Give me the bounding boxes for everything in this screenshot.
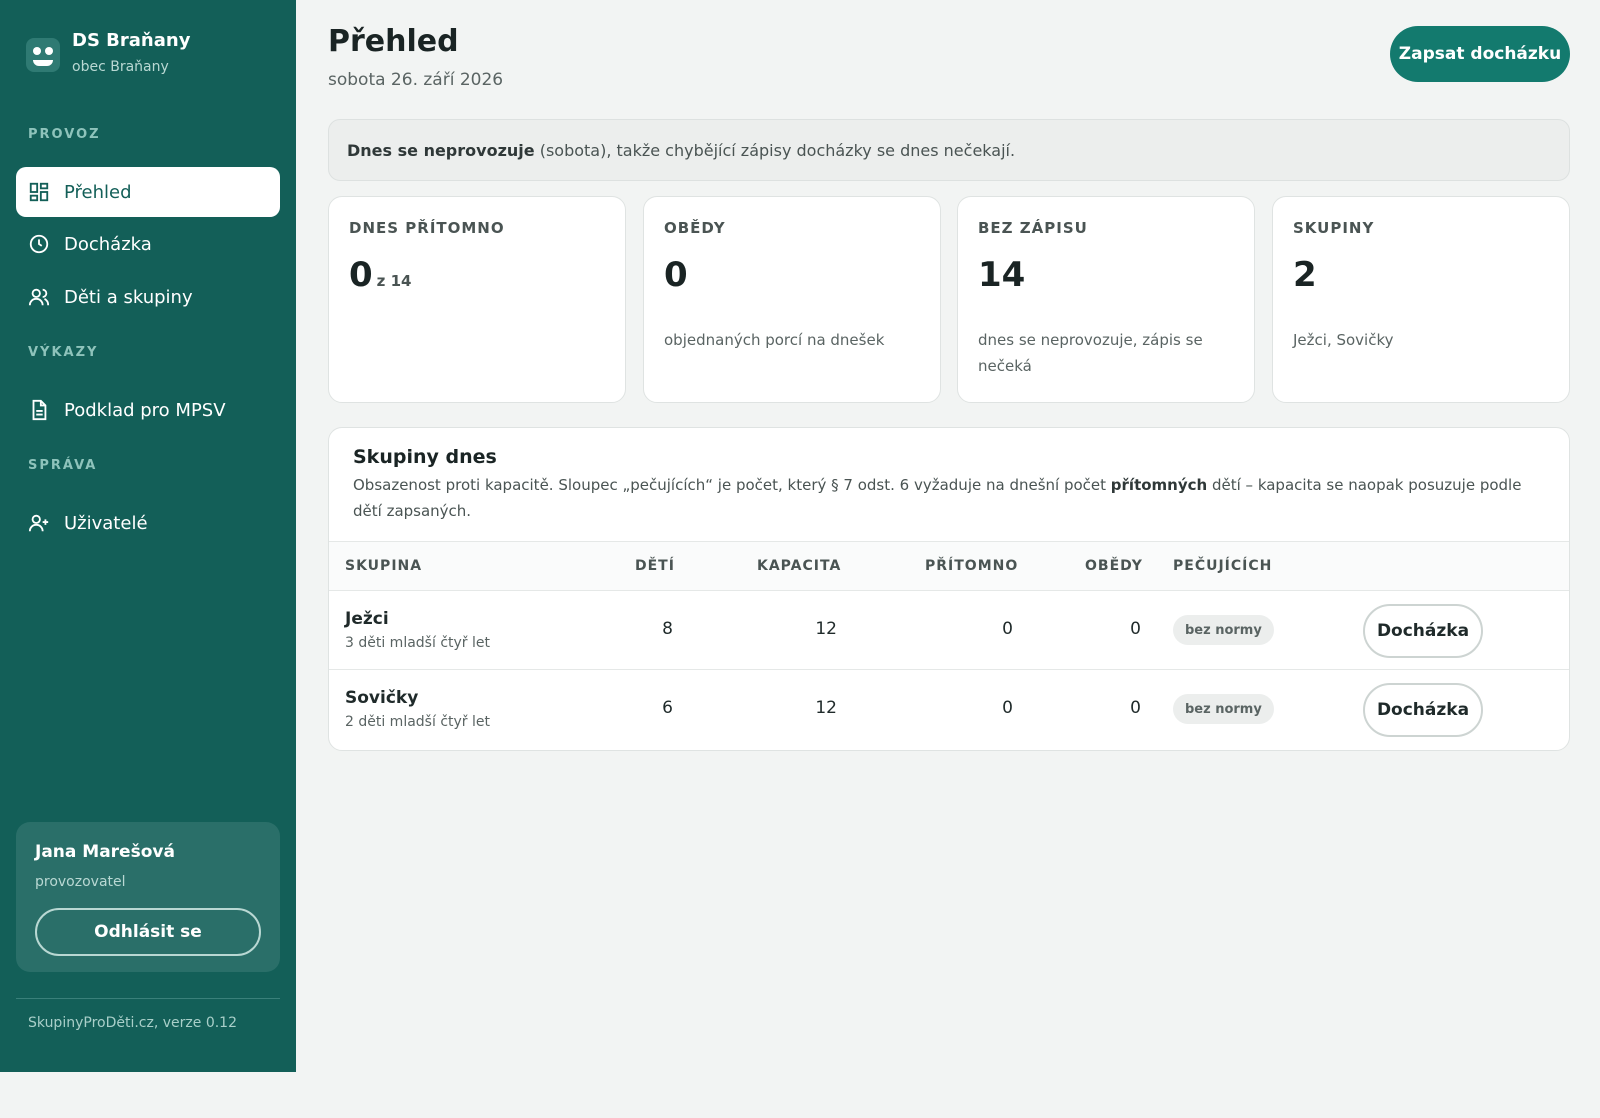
groups-panel: Skupiny dnes Obsazenost proti kapacitě. … [328, 427, 1570, 751]
lunches-count: 0 [1130, 698, 1141, 718]
user-name: Jana Marešová [35, 842, 175, 862]
closed-notice: Dnes se neprovozuje (sobota), takže chyb… [328, 119, 1570, 181]
capacity: 12 [815, 698, 837, 718]
record-attendance-button[interactable]: Zapsat docházku [1390, 26, 1570, 82]
present-count: 0 [1002, 619, 1013, 639]
dashboard-icon [28, 181, 50, 203]
stat-value: 2 [1293, 255, 1317, 295]
stat-label: BEZ ZÁPISU [978, 219, 1088, 237]
stat-value: 0z 14 [349, 255, 412, 295]
children-count: 8 [662, 619, 673, 639]
stat-card-groups: SKUPINY 2 Ježci, Sovičky [1272, 196, 1570, 403]
lunches-count: 0 [1130, 619, 1141, 639]
user-card: Jana Marešová provozovatel Odhlásit se [16, 822, 280, 972]
divider [16, 998, 280, 999]
notice-bold: Dnes se neprovozuje [347, 140, 535, 160]
group-name: Ježci [345, 609, 389, 629]
brand-name: DS Braňany [72, 30, 191, 51]
stat-note: objednaných porcí na dnešek [664, 331, 885, 349]
sidebar-item-uzivatele[interactable]: Uživatelé [16, 498, 280, 548]
stat-label: OBĚDY [664, 219, 726, 237]
sidebar-item-deti[interactable]: Děti a skupiny [16, 272, 280, 322]
brand-subtitle: obec Braňany [72, 59, 169, 75]
sidebar-item-label: Docházka [64, 233, 152, 255]
sidebar-item-label: Uživatelé [64, 512, 148, 534]
stat-card-present: DNES PŘÍTOMNO 0z 14 [328, 196, 626, 403]
stat-card-lunches: OBĚDY 0 objednaných porcí na dnešek [643, 196, 941, 403]
carers-badge: bez normy [1173, 615, 1274, 645]
section-label-provoz: PROVOZ [28, 127, 101, 142]
children-count: 6 [662, 698, 673, 718]
brand[interactable]: DS Braňany obec Braňany [26, 30, 190, 75]
document-icon [28, 399, 50, 421]
table-row: Sovičky 2 děti mladší čtyř let 6 12 0 0 … [329, 670, 1569, 749]
carers-badge: bez normy [1173, 694, 1274, 724]
section-label-sprava: SPRÁVA [28, 458, 98, 473]
logout-button[interactable]: Odhlásit se [35, 908, 261, 956]
stat-value: 14 [978, 255, 1026, 295]
sidebar-item-label: Děti a skupiny [64, 286, 193, 308]
group-subtitle: 2 děti mladší čtyř let [345, 714, 490, 730]
stat-label: DNES PŘÍTOMNO [349, 219, 505, 237]
col-header: PŘÍTOMNO [925, 558, 1019, 574]
stat-card-unrecorded: BEZ ZÁPISU 14 dnes se neprovozuje, zápis… [957, 196, 1255, 403]
page-date: sobota 26. září 2026 [328, 70, 504, 90]
sidebar-item-mpsv[interactable]: Podklad pro MPSV [16, 385, 280, 435]
sidebar-item-label: Podklad pro MPSV [64, 399, 226, 421]
version-text: SkupinyProDěti.cz, verze 0.12 [28, 1015, 237, 1031]
stat-of: z 14 [376, 272, 412, 290]
stat-label: SKUPINY [1293, 219, 1375, 237]
sidebar-item-label: Přehled [64, 181, 132, 203]
stat-value: 0 [664, 255, 688, 295]
group-name: Sovičky [345, 688, 419, 708]
sidebar: DS Braňany obec Braňany PROVOZ Přehled D… [0, 0, 296, 1072]
table-header: SKUPINA DĚTÍ KAPACITA PŘÍTOMNO OBĚDY PEČ… [329, 541, 1569, 591]
section-label-vykazy: VÝKAZY [28, 345, 99, 360]
groups-title: Skupiny dnes [353, 446, 497, 468]
user-role: provozovatel [35, 874, 126, 890]
group-subtitle: 3 děti mladší čtyř let [345, 635, 490, 651]
users-icon [28, 286, 50, 308]
sidebar-item-prehled[interactable]: Přehled [16, 167, 280, 217]
stat-note: dnes se neprovozuje, zápis se nečeká [978, 331, 1203, 375]
col-header: KAPACITA [757, 558, 842, 574]
attendance-button[interactable]: Docházka [1363, 604, 1483, 658]
col-header: PEČUJÍCÍCH [1173, 558, 1273, 574]
table-row: Ježci 3 děti mladší čtyř let 8 12 0 0 be… [329, 591, 1569, 670]
capacity: 12 [815, 619, 837, 639]
groups-description: Obsazenost proti kapacitě. Sloupec „peču… [353, 476, 1522, 520]
col-header: SKUPINA [345, 558, 423, 574]
col-header: DĚTÍ [635, 558, 675, 574]
present-count: 0 [1002, 698, 1013, 718]
page-title: Přehled [328, 24, 459, 59]
sidebar-item-dochazka[interactable]: Docházka [16, 219, 280, 269]
notice-text: (sobota), takže chybějící zápisy docházk… [534, 140, 1016, 160]
logo-icon [26, 38, 60, 72]
clock-icon [28, 233, 50, 255]
col-header: OBĚDY [1085, 558, 1143, 574]
attendance-button[interactable]: Docházka [1363, 683, 1483, 737]
user-plus-icon [28, 512, 50, 534]
stat-note: Ježci, Sovičky [1293, 331, 1394, 349]
